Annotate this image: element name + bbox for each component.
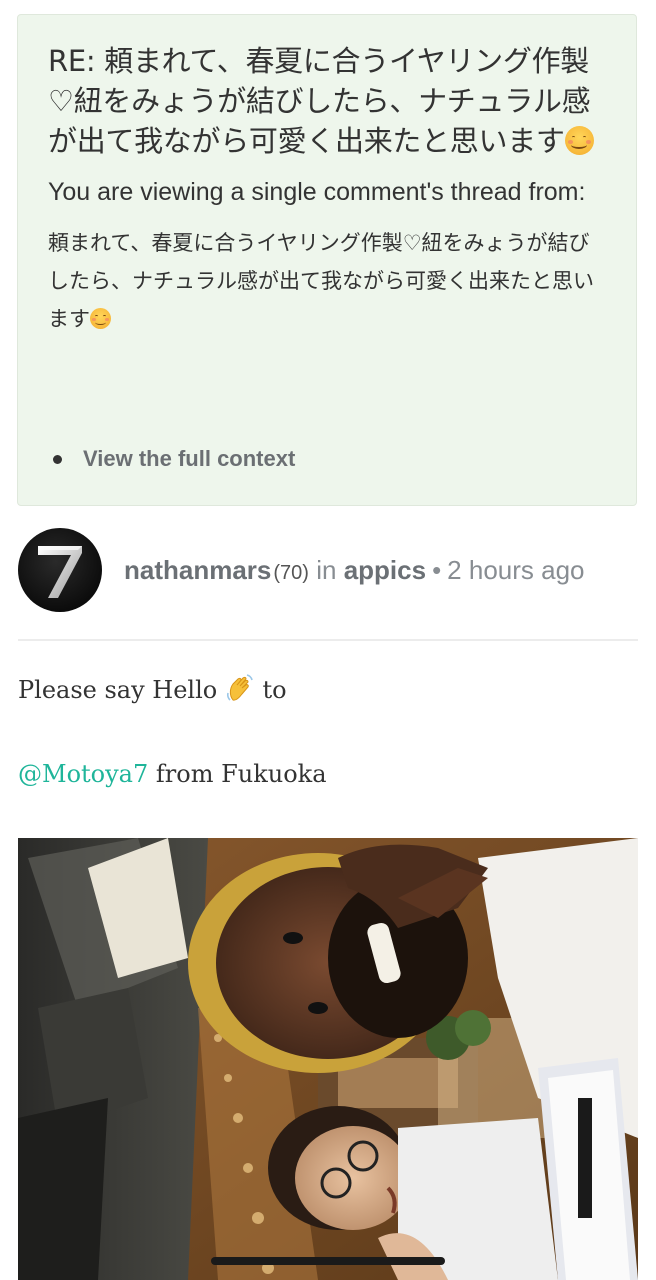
author-reputation: (70) xyxy=(273,561,309,584)
meta-separator: • xyxy=(432,554,442,585)
home-indicator[interactable] xyxy=(211,1257,445,1265)
bullet-icon xyxy=(53,454,62,464)
body-line-mention: @Motoya7 from Fukuoka xyxy=(18,752,638,796)
body-line-hello: Please say Hello to xyxy=(18,668,638,712)
thread-title: RE: 頼まれて、春夏に合うイヤリング作製♡紐をみょうが結びしたら、ナチュラル感… xyxy=(48,41,606,161)
thread-title-text: RE: 頼まれて、春夏に合うイヤリング作製♡紐をみょうが結びしたら、ナチュラル感… xyxy=(48,44,591,158)
post-photo[interactable] xyxy=(18,838,638,1280)
selfie-photo-image xyxy=(18,838,638,1280)
author-meta: nathanmars (70) in appics • 2 hours ago xyxy=(124,555,585,586)
view-full-context-link[interactable]: View the full context xyxy=(83,446,295,472)
body-blank-line xyxy=(18,712,638,752)
thread-notice: RE: 頼まれて、春夏に合うイヤリング作製♡紐をみょうが結びしたら、ナチュラル感… xyxy=(17,14,637,506)
body-hello-text: Please say Hello xyxy=(18,676,218,704)
comment-thread-page: RE: 頼まれて、春夏に合うイヤリング作製♡紐をみょうが結びしたら、ナチュラル感… xyxy=(0,0,656,1280)
author-name-link[interactable]: nathanmars xyxy=(124,555,271,585)
in-label: in xyxy=(316,554,337,585)
body-to-text: to xyxy=(262,676,287,704)
body-from-text: from Fukuoka xyxy=(148,760,327,788)
post-timestamp[interactable]: 2 hours ago xyxy=(447,555,584,585)
community-link[interactable]: appics xyxy=(344,555,426,585)
parent-post-quote: 頼まれて、春夏に合うイヤリング作製♡紐をみょうが結びしたら、ナチュラル感が出て我… xyxy=(48,224,606,338)
waving-hand-icon xyxy=(226,674,253,701)
smiling-face-icon xyxy=(90,308,111,330)
full-context-row: View the full context xyxy=(53,446,295,472)
seven-logo-avatar xyxy=(38,546,82,598)
user-mention-link[interactable]: @Motoya7 xyxy=(18,760,148,788)
divider xyxy=(18,639,638,641)
thread-subtitle: You are viewing a single comment's threa… xyxy=(48,178,586,206)
smiling-face-icon xyxy=(564,126,594,156)
author-avatar[interactable] xyxy=(18,528,102,612)
post-body: Please say Hello to @Motoya7 from Fukuok… xyxy=(18,668,638,796)
post-author-row: nathanmars (70) in appics • 2 hours ago xyxy=(18,528,638,612)
parent-post-quote-text: 頼まれて、春夏に合うイヤリング作製♡紐をみょうが結びしたら、ナチュラル感が出て我… xyxy=(48,231,594,331)
